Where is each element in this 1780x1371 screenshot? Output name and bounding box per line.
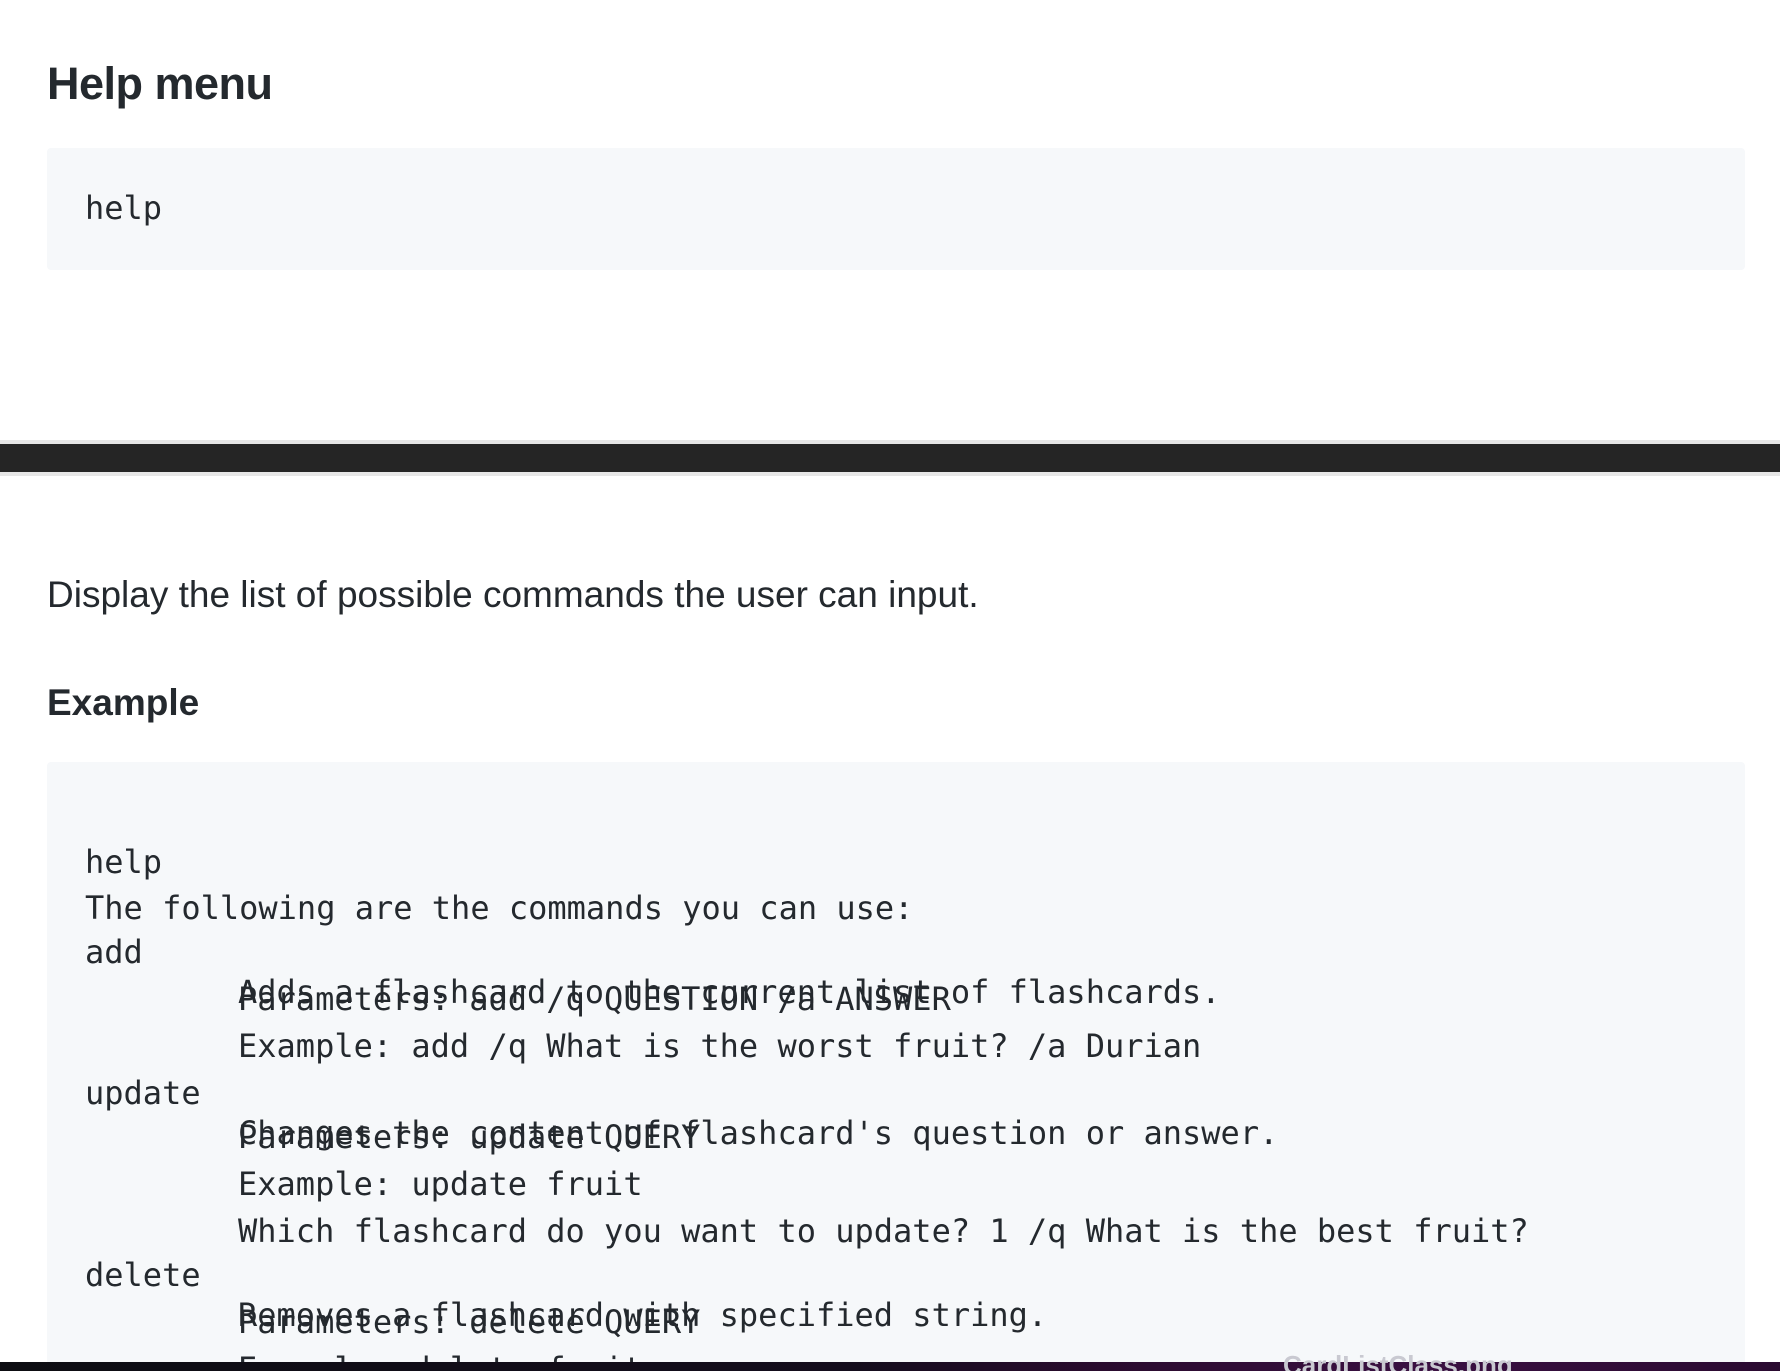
usage-code-text: help xyxy=(85,189,163,227)
code-line-description: Parameters: add /q QUESTION /a ANSWER xyxy=(238,980,951,1018)
code-line: Which flashcard do you want to update? 1… xyxy=(85,1171,1529,1250)
code-line: help xyxy=(85,802,201,881)
code-line-description: Example: add /q What is the worst fruit?… xyxy=(238,1027,1202,1065)
divider xyxy=(0,472,1780,476)
page: Help menu help Display the list of possi… xyxy=(0,0,1780,1371)
document-upper-section: Help menu help xyxy=(0,0,1780,440)
code-line: Parameters: update QUERY xyxy=(85,1077,700,1156)
code-line: update Changes the content of flashcard'… xyxy=(85,1033,1278,1152)
section-heading: Help menu xyxy=(47,58,273,109)
code-line-description: Which flashcard do you want to update? 1… xyxy=(238,1212,1529,1250)
code-line: delete Removes a flashcard with specifie… xyxy=(85,1215,1047,1334)
code-line: The following are the commands you can u… xyxy=(85,848,913,927)
code-line: Example: update fruit xyxy=(85,1124,643,1203)
code-line: add Adds a flashcard to the current list… xyxy=(85,892,1221,1011)
taskbar-filename[interactable]: CardListClass.png xyxy=(1283,1350,1513,1371)
window-divider xyxy=(0,444,1780,472)
code-line: Example: delete fruit xyxy=(85,1309,643,1371)
code-line-description: Example: update fruit xyxy=(238,1165,643,1203)
usage-code-block: help xyxy=(47,148,1745,270)
command-description: Display the list of possible commands th… xyxy=(47,574,979,615)
code-line: Parameters: add /q QUESTION /a ANSWER xyxy=(85,939,951,1018)
example-heading: Example xyxy=(47,682,200,723)
example-code-block: help The following are the commands you … xyxy=(47,762,1745,1371)
code-line: Parameters: delete QUERY xyxy=(85,1262,700,1341)
code-line-description: Parameters: delete QUERY xyxy=(238,1303,701,1341)
code-line-command: The following are the commands you can u… xyxy=(85,889,914,927)
code-line: Example: add /q What is the worst fruit?… xyxy=(85,986,1201,1065)
taskbar xyxy=(0,1362,1780,1371)
code-line-description: Parameters: update QUERY xyxy=(238,1118,701,1156)
